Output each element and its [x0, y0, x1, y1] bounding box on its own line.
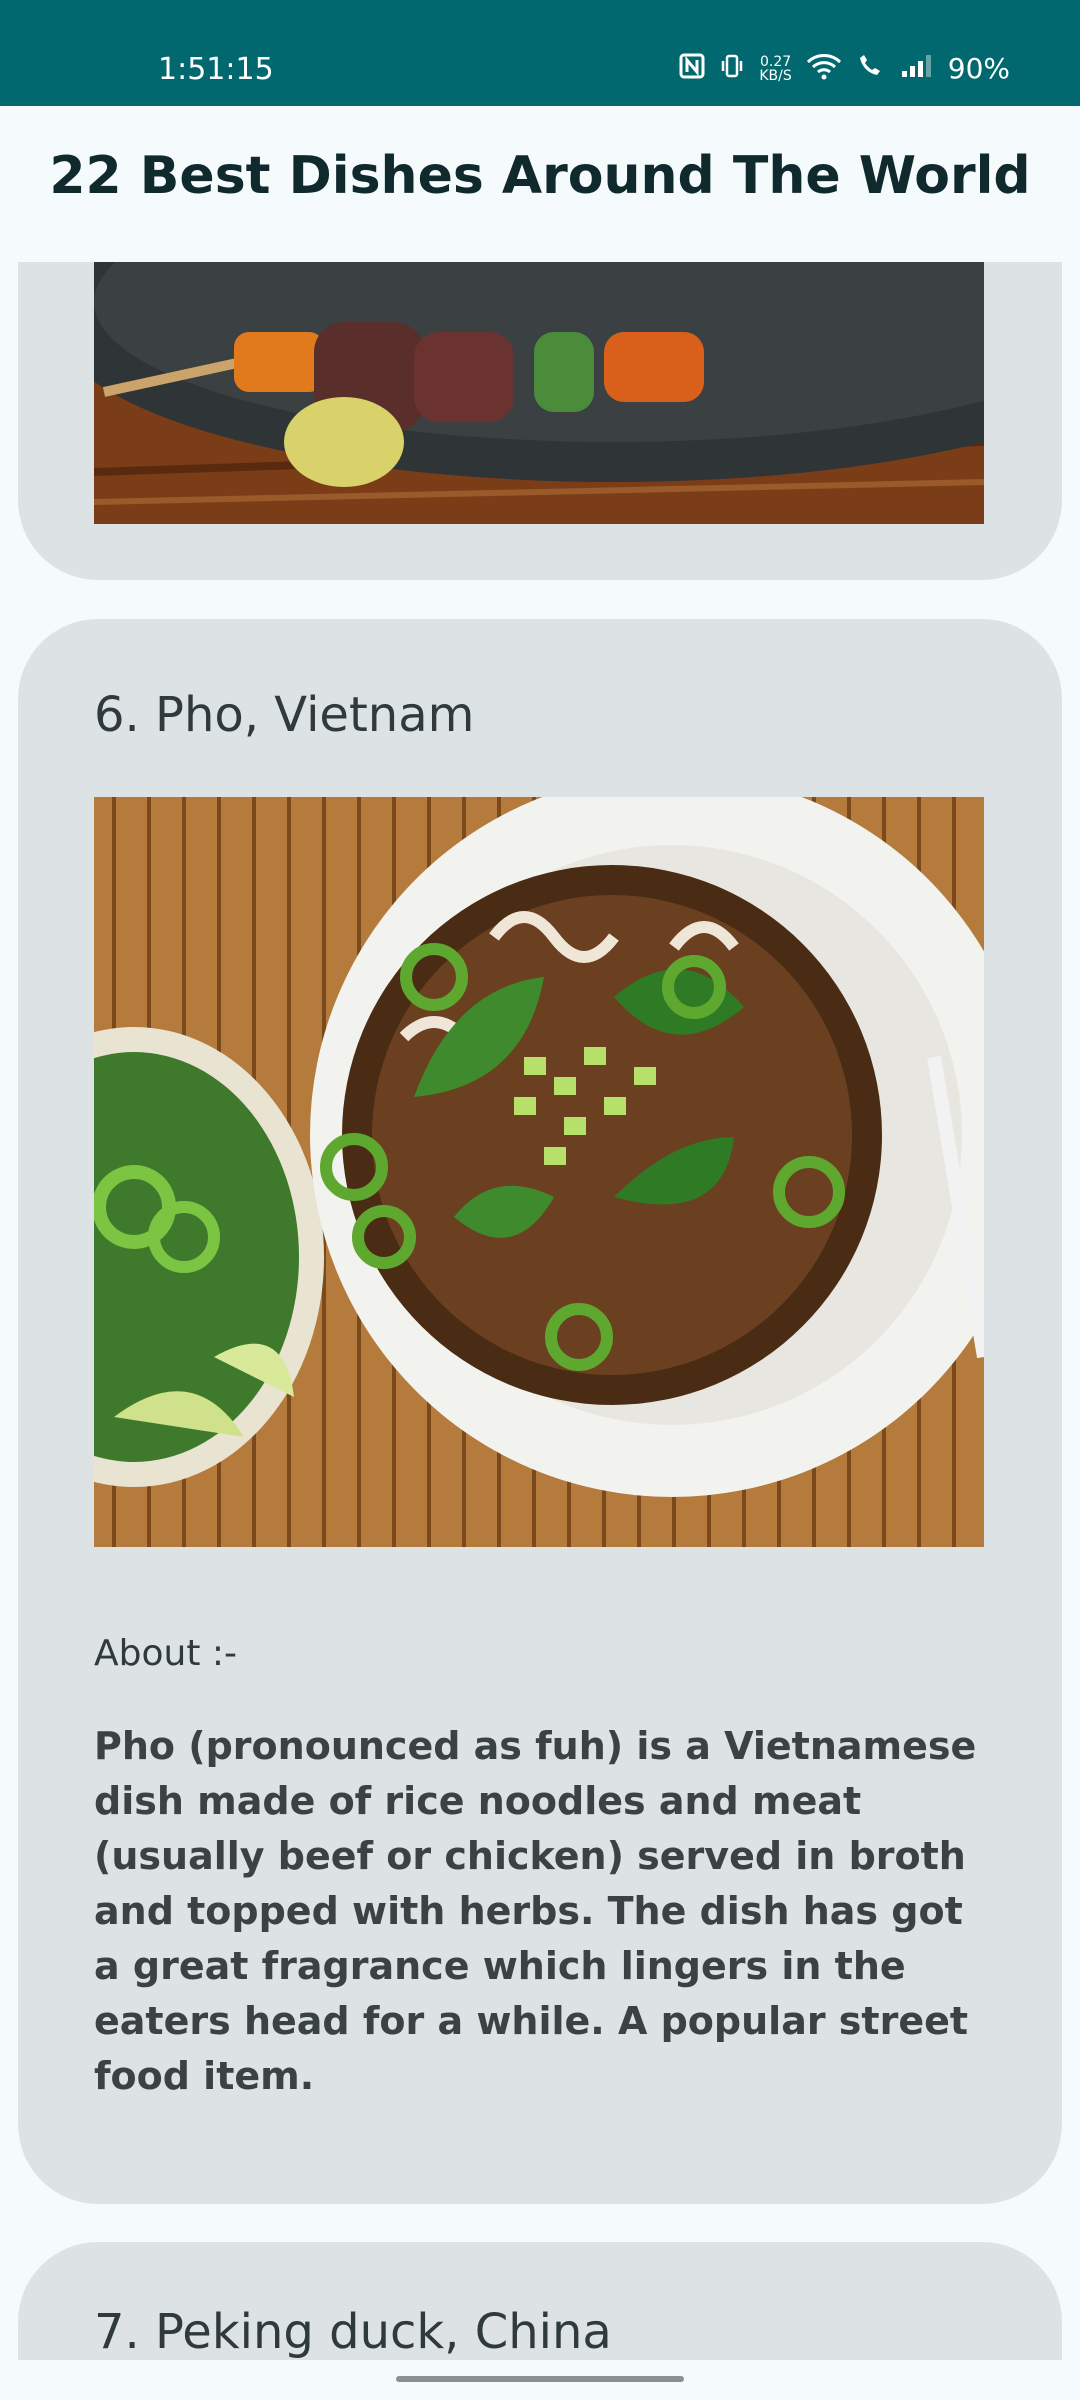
battery-level: 90%	[947, 52, 1010, 85]
network-speed-value: 0.27	[759, 53, 792, 70]
dish-title: 7. Peking duck, China	[94, 2304, 612, 2360]
dish-card-pho[interactable]: 6. Pho, Vietnam About:- Pho (pronounced…	[18, 619, 1062, 2204]
nfc-icon	[679, 53, 705, 84]
network-speed-unit: KB/S	[759, 67, 792, 84]
about-description: Pho (pronounced as fuh) is a Vietnamese …	[94, 1724, 977, 2098]
signal-icon	[900, 53, 934, 84]
kebab-dish-image	[94, 262, 984, 524]
home-indicator[interactable]	[396, 2376, 684, 2382]
vibrate-icon	[719, 53, 745, 84]
network-speed: 0.27 KB/S	[759, 55, 791, 83]
wifi-calling-icon	[856, 52, 886, 85]
dish-list[interactable]: 6. Pho, Vietnam About:- Pho (pronounced…	[0, 262, 1080, 2360]
dish-card-peking-duck[interactable]: 7. Peking duck, China	[18, 2242, 1062, 2360]
status-bar: 1:51:15 0.27 KB/S 90%	[0, 0, 1080, 106]
app-bar: 22 Best Dishes Around The World	[0, 106, 1080, 262]
wifi-icon	[806, 52, 842, 85]
page-title: 22 Best Dishes Around The World	[49, 146, 1031, 206]
about-label: About :-	[94, 1633, 237, 1674]
status-icons: 0.27 KB/S 90%	[679, 52, 1010, 85]
pho-dish-image	[94, 797, 984, 1547]
status-time: 1:51:15	[158, 52, 274, 87]
dish-title: 6. Pho, Vietnam	[94, 687, 475, 743]
dish-card-previous[interactable]	[18, 262, 1062, 580]
